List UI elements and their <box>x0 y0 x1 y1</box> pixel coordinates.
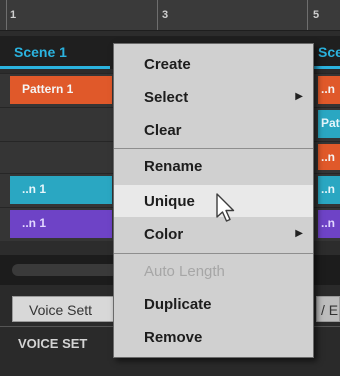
menu-item-label: Create <box>144 56 191 73</box>
menu-item-label: Clear <box>144 122 182 139</box>
menu-item-auto-length: Auto Length <box>114 255 313 287</box>
menu-item-label: Unique <box>144 193 195 210</box>
ruler-tick <box>6 0 7 30</box>
voice-settings-tab[interactable]: Voice Sett <box>12 296 114 322</box>
menu-item-clear[interactable]: Clear <box>114 114 313 146</box>
pattern-clip[interactable]: Patt <box>318 110 340 138</box>
menu-separator <box>114 253 313 254</box>
pattern-clip[interactable]: ..n 1 <box>10 210 112 238</box>
menu-item-create[interactable]: Create <box>114 48 313 80</box>
context-menu: Create Select ▶ Clear Rename Unique Color… <box>113 43 314 358</box>
ruler-mark-3: 3 <box>162 9 169 21</box>
ruler-tick <box>307 0 308 30</box>
pattern-clip[interactable]: ..n <box>318 76 340 104</box>
menu-item-remove[interactable]: Remove <box>114 321 313 353</box>
section-label: VOICE SET <box>18 336 88 351</box>
pattern-clip[interactable]: Pattern 1 <box>10 76 112 104</box>
menu-item-label: Color <box>144 226 184 243</box>
timeline-ruler[interactable]: 1 3 5 <box>0 0 340 31</box>
menu-item-label: Duplicate <box>144 296 212 313</box>
next-tab[interactable]: / E <box>316 296 340 322</box>
scene-1[interactable]: Scene 1 <box>0 36 110 69</box>
menu-separator <box>114 148 313 149</box>
submenu-arrow-icon: ▶ <box>295 228 303 239</box>
menu-item-rename[interactable]: Rename <box>114 150 313 182</box>
menu-item-label: Remove <box>144 329 203 346</box>
ruler-mark-1: 1 <box>10 9 17 21</box>
pattern-clip[interactable]: ..n <box>318 210 340 238</box>
menu-item-select[interactable]: Select ▶ <box>114 81 313 113</box>
mouse-pointer-icon <box>216 193 235 222</box>
ruler-mark-5: 5 <box>313 9 320 21</box>
menu-item-color[interactable]: Color ▶ <box>114 218 313 250</box>
pattern-clip[interactable]: ..n <box>318 144 340 170</box>
menu-item-unique[interactable]: Unique <box>114 185 313 217</box>
scene-next[interactable]: Sce <box>314 36 340 69</box>
ruler-tick <box>157 0 158 30</box>
menu-item-label: Rename <box>144 158 203 175</box>
menu-item-label: Auto Length <box>144 263 225 280</box>
menu-item-duplicate[interactable]: Duplicate <box>114 288 313 320</box>
menu-item-label: Select <box>144 89 189 106</box>
pattern-clip[interactable]: ..n <box>318 176 340 204</box>
pattern-clip[interactable]: ..n 1 <box>10 176 112 204</box>
submenu-arrow-icon: ▶ <box>295 91 303 102</box>
